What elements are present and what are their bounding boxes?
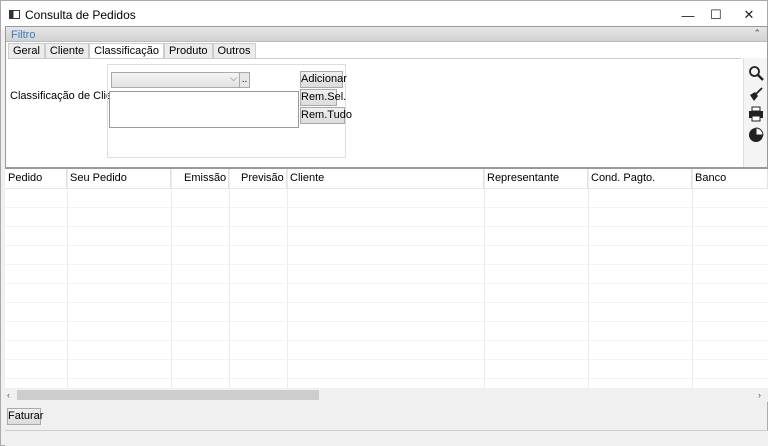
pie-chart-icon[interactable] — [747, 126, 765, 144]
row-divider — [5, 340, 768, 341]
add-button[interactable]: Adicionar — [300, 71, 347, 88]
filter-panel: Filtro ⌃ Geral Cliente Classificação Pro… — [5, 26, 768, 168]
classificacao-combo[interactable]: ⌵ — [111, 72, 241, 88]
tab-produto[interactable]: Produto — [163, 43, 213, 59]
row-divider — [5, 302, 768, 303]
scroll-left-icon[interactable]: ‹ — [7, 388, 10, 402]
maximize-button[interactable]: ☐ — [701, 1, 731, 29]
filter-header[interactable]: Filtro ⌃ — [6, 27, 767, 42]
classificacao-listbox[interactable] — [109, 91, 299, 128]
filter-tabs: Geral Cliente Classificação Produto Outr… — [8, 43, 256, 59]
title-bar: Consulta de Pedidos — ☐ ✕ — [1, 1, 767, 29]
tab-cliente[interactable]: Cliente — [44, 43, 90, 59]
tab-outros[interactable]: Outros — [212, 43, 256, 59]
row-divider — [5, 245, 768, 246]
main-window: Consulta de Pedidos — ☐ ✕ Filtro ⌃ Geral… — [0, 0, 768, 446]
remove-selected-button[interactable]: Rem.Sel. — [300, 89, 346, 106]
column-header-pedido[interactable]: Pedido — [5, 169, 67, 188]
app-icon — [9, 10, 20, 19]
row-divider — [5, 264, 768, 265]
status-bar — [5, 430, 768, 446]
column-divider — [287, 169, 288, 389]
scrollbar-thumb[interactable] — [17, 390, 319, 400]
filter-toolbar — [743, 58, 767, 167]
column-header-cond-pagto[interactable]: Cond. Pagto. — [588, 169, 692, 188]
column-header-representante[interactable]: Representante — [484, 169, 588, 188]
column-header-emissao[interactable]: Emissão — [171, 169, 229, 188]
row-divider — [5, 283, 768, 284]
column-header-banco[interactable]: Banco — [692, 169, 768, 188]
row-divider — [5, 207, 768, 208]
column-divider — [171, 169, 172, 389]
collapse-icon[interactable]: ⌃ — [753, 28, 761, 39]
maximize-icon: ☐ — [710, 7, 722, 22]
close-icon: ✕ — [743, 7, 755, 22]
horizontal-scrollbar[interactable]: ‹ › — [5, 388, 768, 402]
tab-panel-classificacao: Classificação de Cliente ⌵ .. Adicionar … — [8, 58, 741, 165]
column-divider — [484, 169, 485, 389]
printer-icon[interactable] — [747, 105, 765, 123]
column-divider — [588, 169, 589, 389]
column-header-previsao[interactable]: Previsão — [229, 169, 287, 188]
window-title: Consulta de Pedidos — [25, 8, 136, 22]
broom-icon[interactable] — [747, 85, 765, 103]
header-divider — [5, 188, 768, 189]
column-divider — [692, 169, 693, 389]
orders-grid[interactable]: Pedido Seu Pedido Emissão Previsão Clien… — [5, 168, 768, 389]
scroll-right-icon[interactable]: › — [758, 388, 761, 402]
search-icon[interactable] — [747, 64, 765, 82]
tab-classificacao[interactable]: Classificação — [89, 43, 164, 59]
minimize-icon: — — [681, 7, 695, 23]
row-divider — [5, 226, 768, 227]
close-button[interactable]: ✕ — [734, 1, 764, 29]
filter-title: Filtro — [11, 29, 36, 41]
column-header-cliente[interactable]: Cliente — [287, 169, 484, 188]
minimize-button[interactable]: — — [673, 1, 703, 29]
column-divider — [67, 169, 68, 389]
chevron-down-icon: ⌵ — [230, 73, 237, 83]
column-divider — [229, 169, 230, 389]
column-header-seu-pedido[interactable]: Seu Pedido — [67, 169, 171, 188]
row-divider — [5, 321, 768, 322]
browse-button[interactable]: .. — [239, 72, 250, 88]
tab-geral[interactable]: Geral — [8, 43, 45, 59]
remove-all-button[interactable]: Rem.Tudo — [300, 107, 352, 124]
row-divider — [5, 359, 768, 360]
faturar-button[interactable]: Faturar — [7, 408, 43, 425]
row-divider — [5, 378, 768, 379]
